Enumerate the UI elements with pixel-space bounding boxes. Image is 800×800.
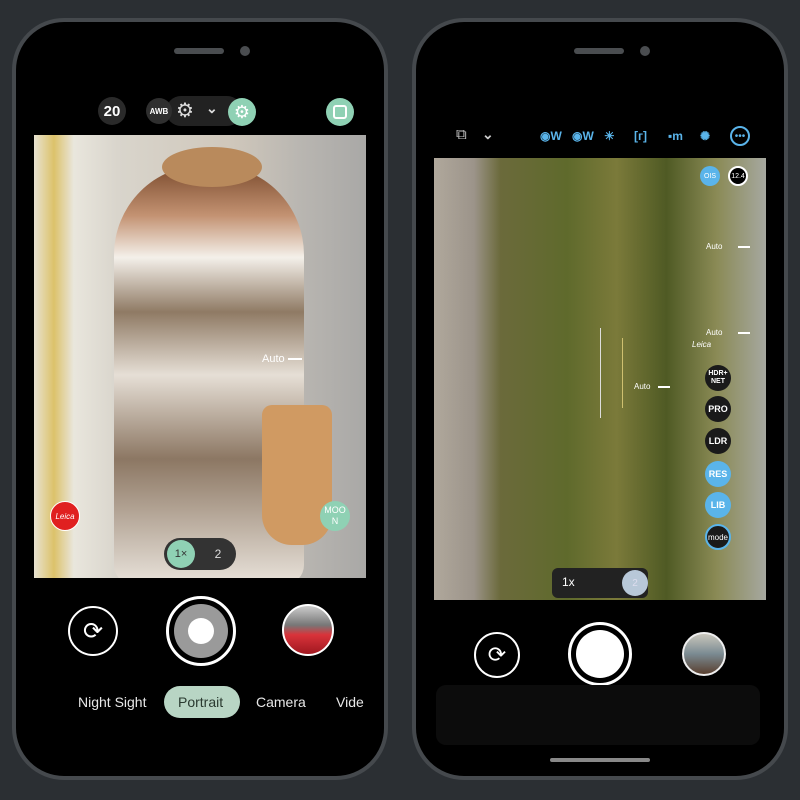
ldr-button[interactable]: LDR [705, 428, 731, 454]
mode-night-sight[interactable]: Night Sight [78, 694, 146, 710]
speaker [574, 48, 624, 54]
aw-icon[interactable]: ◉W [572, 129, 594, 143]
zoom-2x-button[interactable]: 2 [622, 570, 648, 596]
slider[interactable] [738, 246, 750, 248]
frame-label: [ᴦ] [634, 129, 647, 143]
portrait-icon[interactable]: ▪m [668, 129, 683, 143]
shutter-inner [174, 604, 228, 658]
slider[interactable] [738, 332, 750, 334]
settings-gear-icon[interactable]: ⚙ [176, 98, 194, 123]
moon-label: MOO N [324, 505, 346, 526]
leica-button[interactable]: Leica [692, 340, 711, 349]
moon-button[interactable]: MOO N [320, 501, 350, 531]
mode-portrait[interactable]: Portrait [178, 694, 223, 710]
lib-button[interactable]: LIB [705, 492, 731, 518]
home-indicator[interactable] [550, 758, 650, 762]
shutter-button[interactable] [568, 622, 632, 686]
switch-camera-icon[interactable]: ⟳ [474, 632, 520, 678]
viewfinder[interactable]: OIS 12.4 Auto Auto Auto Leica HDR+ NET P… [434, 158, 766, 600]
mode-video[interactable]: Vide [336, 694, 366, 710]
camera-settings-icon[interactable]: ⧉ [456, 126, 467, 143]
viewfinder[interactable]: Auto Leica MOO N 1× 2 [34, 135, 366, 578]
focus-slider[interactable] [288, 358, 302, 360]
bottom-panel [436, 685, 760, 745]
level-line [600, 328, 601, 418]
hdr-net-button[interactable]: HDR+ NET [705, 365, 731, 391]
hdr-net-label: HDR+ NET [708, 370, 728, 385]
scan-icon[interactable] [326, 98, 354, 126]
right-phone: ⧉ ⌄ ◉W ◉W ☀ [ᴦ] ▪m ✺ ••• OIS 12.4 Auto A… [412, 18, 788, 780]
left-phone: 20 AWB ⚙ ⌄ ⚙ Auto Leica MOO N 1× 2 ⟳ Nig… [12, 18, 388, 780]
aw-label: W [582, 129, 594, 143]
frame-icon[interactable]: [ᴦ] [634, 129, 647, 143]
more-icon[interactable]: ••• [730, 126, 750, 146]
speaker [174, 48, 224, 54]
awb-button[interactable]: AWB [146, 98, 172, 124]
pro-label: PRO [708, 404, 728, 414]
mode-button[interactable]: mode [705, 524, 731, 550]
timer-button[interactable]: 20 [98, 97, 126, 125]
chevron-down-icon[interactable]: ⌄ [482, 126, 494, 143]
front-camera [640, 46, 650, 56]
awb-label: AWB [149, 106, 169, 116]
chevron-down-icon[interactable]: ⌄ [206, 100, 218, 117]
res-button[interactable]: RES [705, 461, 731, 487]
front-camera [240, 46, 250, 56]
ratio-button[interactable]: 12.4 [728, 166, 748, 186]
zoom-2x-label: 2 [214, 547, 222, 561]
ldr-label: LDR [708, 436, 728, 446]
zoom-1x-button[interactable]: 1x [562, 575, 575, 589]
aperture-icon[interactable]: ✺ [700, 129, 710, 143]
auto-label: Auto [634, 382, 651, 391]
wide-icon[interactable]: ◉W [540, 129, 562, 143]
zoom-1x-label: 1× [174, 548, 188, 560]
sunrise-icon[interactable]: ☀ [604, 129, 615, 143]
gallery-thumbnail[interactable] [682, 632, 726, 676]
leica-label: Leica [55, 511, 75, 521]
settings-active-icon[interactable]: ⚙ [228, 98, 256, 126]
zoom-1x-button[interactable]: 1× [167, 540, 195, 568]
lib-label: LIB [710, 500, 726, 510]
timer-label: 20 [103, 102, 121, 120]
res-label: RES [708, 469, 728, 479]
mode-camera[interactable]: Camera [256, 694, 306, 710]
slider[interactable] [658, 386, 670, 388]
focus-label: Auto [262, 353, 285, 365]
zoom-2x-label: 2 [632, 577, 638, 589]
ratio-label: 12.4 [731, 172, 745, 180]
ois-label: OIS [703, 172, 717, 180]
portrait-label: m [672, 129, 683, 143]
leica-button[interactable]: Leica [50, 501, 80, 531]
wide-label: W [550, 129, 562, 143]
auto-label: Auto [706, 242, 723, 251]
gallery-thumbnail[interactable] [282, 604, 334, 656]
photo-hat [162, 147, 262, 187]
zoom-2x-button[interactable]: 2 [204, 540, 232, 568]
mode-label: mode [707, 532, 728, 542]
pro-button[interactable]: PRO [705, 396, 731, 422]
ois-button[interactable]: OIS [700, 166, 720, 186]
switch-camera-icon[interactable]: ⟳ [68, 606, 118, 656]
auto-label: Auto [706, 328, 723, 337]
level-line [622, 338, 623, 408]
shutter-button[interactable] [166, 596, 236, 666]
